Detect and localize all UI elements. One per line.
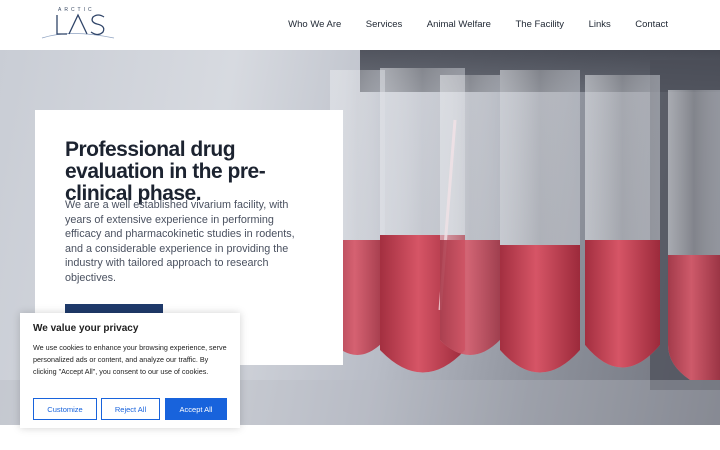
cookie-customize-button[interactable]: Customize: [33, 398, 97, 420]
hero-description: We are a well established vivarium facil…: [65, 199, 295, 284]
nav-item-who-we-are[interactable]: Who We Are: [288, 19, 341, 30]
main-nav: Who We Are Services Animal Welfare The F…: [264, 19, 668, 30]
cookie-title: We value your privacy: [33, 323, 139, 334]
cookie-reject-all-button[interactable]: Reject All: [101, 398, 160, 420]
hero-title: Professional drug evaluation in the pre-…: [65, 138, 266, 205]
site-header: ARCTIC Who We Are Services Animal Welfar…: [0, 0, 720, 50]
nav-item-animal-welfare[interactable]: Animal Welfare: [427, 19, 491, 30]
site-logo[interactable]: ARCTIC: [40, 7, 116, 43]
nav-item-the-facility[interactable]: The Facility: [515, 19, 564, 30]
cookie-consent-banner: We value your privacy We use cookies to …: [20, 313, 240, 428]
nav-item-contact[interactable]: Contact: [635, 19, 668, 30]
cookie-accept-all-button[interactable]: Accept All: [165, 398, 227, 420]
cookie-text: We use cookies to enhance your browsing …: [33, 343, 227, 376]
nav-item-services[interactable]: Services: [366, 19, 402, 30]
nav-item-links[interactable]: Links: [589, 19, 611, 30]
logo-mark-icon: [41, 13, 115, 39]
